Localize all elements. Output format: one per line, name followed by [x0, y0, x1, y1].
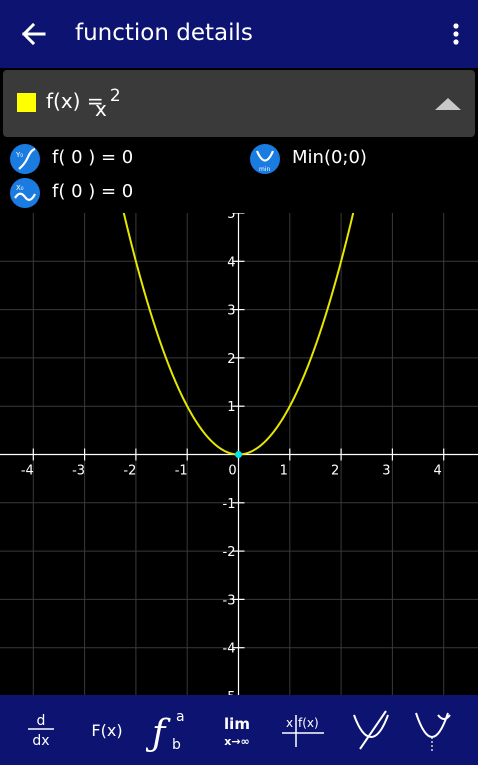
minimum-info: min Min(0;0): [250, 144, 470, 174]
svg-text:ƒ: ƒ: [146, 713, 171, 753]
back-button[interactable]: [14, 16, 54, 52]
function-base: x: [95, 97, 107, 121]
limit-icon: lim x→∞: [224, 715, 250, 748]
y-tick-label: 4: [227, 255, 235, 270]
y-tick-label: 2: [227, 352, 235, 367]
x-tick-label: -1: [175, 464, 188, 479]
tangent-button[interactable]: [346, 707, 396, 753]
x-tick-label: 1: [280, 464, 288, 479]
table-label-fx: f(x): [298, 716, 319, 730]
x-tick-label: -2: [123, 464, 136, 479]
curvature-icon: [415, 712, 451, 751]
x-tick-label: 3: [382, 464, 390, 479]
arrow-left-icon: [21, 22, 46, 46]
graph-area[interactable]: -4-3-2-10123454321-1-2-3-4-5: [0, 213, 478, 695]
derivative-icon: d dx: [28, 713, 54, 749]
triangle-up-icon: [435, 98, 461, 110]
graph-canvas[interactable]: -4-3-2-10123454321-1-2-3-4-5: [0, 213, 478, 695]
y-tick-label: -4: [223, 642, 236, 657]
page-title: function details: [75, 20, 253, 46]
root-icon: X₀: [10, 178, 40, 208]
function-color-swatch[interactable]: [17, 93, 36, 112]
limit-button[interactable]: lim x→∞: [212, 707, 262, 753]
value-table-icon: x f(x): [282, 715, 324, 747]
function-expression: x2: [95, 86, 121, 121]
y-tick-label: 1: [227, 400, 235, 415]
app-bar: function details: [0, 0, 478, 68]
limit-label-bottom: x→∞: [224, 735, 249, 748]
y-intercept-info: Y₀ f( 0 ) = 0: [10, 144, 230, 174]
y-tick-label: -2: [223, 545, 236, 560]
bottom-toolbar: d dx F(x) ƒ a b lim x→∞ x f(x): [0, 695, 478, 765]
y-tick-label: -1: [223, 497, 236, 512]
more-vert-icon: [453, 23, 459, 45]
minimum-text: Min(0;0): [292, 147, 367, 168]
minimum-icon: min: [250, 144, 280, 174]
svg-text:Y₀: Y₀: [15, 151, 23, 159]
y-intercept-text: f( 0 ) = 0: [52, 147, 134, 168]
derivative-label-top: d: [37, 713, 46, 729]
tangent-icon: [353, 710, 389, 750]
collapse-button[interactable]: [435, 96, 461, 110]
function-exponent: 2: [109, 86, 121, 106]
x-tick-label: -4: [21, 464, 34, 479]
svg-text:X₀: X₀: [16, 184, 24, 192]
antiderivative-button[interactable]: F(x): [82, 707, 132, 753]
integral-button[interactable]: ƒ a b: [145, 707, 196, 754]
y-tick-label: 5: [227, 213, 235, 222]
integral-icon: ƒ a b: [145, 709, 185, 754]
root-info: X₀ f( 0 ) = 0: [10, 178, 230, 208]
integral-sub: b: [172, 737, 181, 753]
more-options-button[interactable]: [442, 16, 470, 52]
minimum-point: [235, 451, 242, 458]
derivative-button[interactable]: d dx: [16, 707, 66, 753]
x-tick-label: 2: [331, 464, 339, 479]
table-label-x: x: [286, 716, 293, 730]
antiderivative-label: F(x): [91, 721, 122, 740]
y-intercept-icon: Y₀: [10, 144, 40, 174]
curvature-button[interactable]: [410, 707, 460, 753]
svg-text:min: min: [259, 166, 271, 173]
x-tick-label: -3: [72, 464, 85, 479]
limit-label-top: lim: [224, 715, 250, 733]
x-tick-label: 0: [228, 464, 236, 479]
table-button[interactable]: x f(x): [278, 707, 328, 753]
antiderivative-icon: F(x): [91, 721, 122, 740]
function-panel[interactable]: f(x) = x2: [3, 70, 475, 137]
root-text: f( 0 ) = 0: [52, 181, 134, 202]
derivative-label-bottom: dx: [32, 733, 49, 749]
x-tick-label: 4: [434, 464, 442, 479]
y-tick-label: 3: [227, 304, 235, 319]
integral-sup: a: [176, 709, 185, 725]
y-tick-label: -3: [223, 593, 236, 608]
